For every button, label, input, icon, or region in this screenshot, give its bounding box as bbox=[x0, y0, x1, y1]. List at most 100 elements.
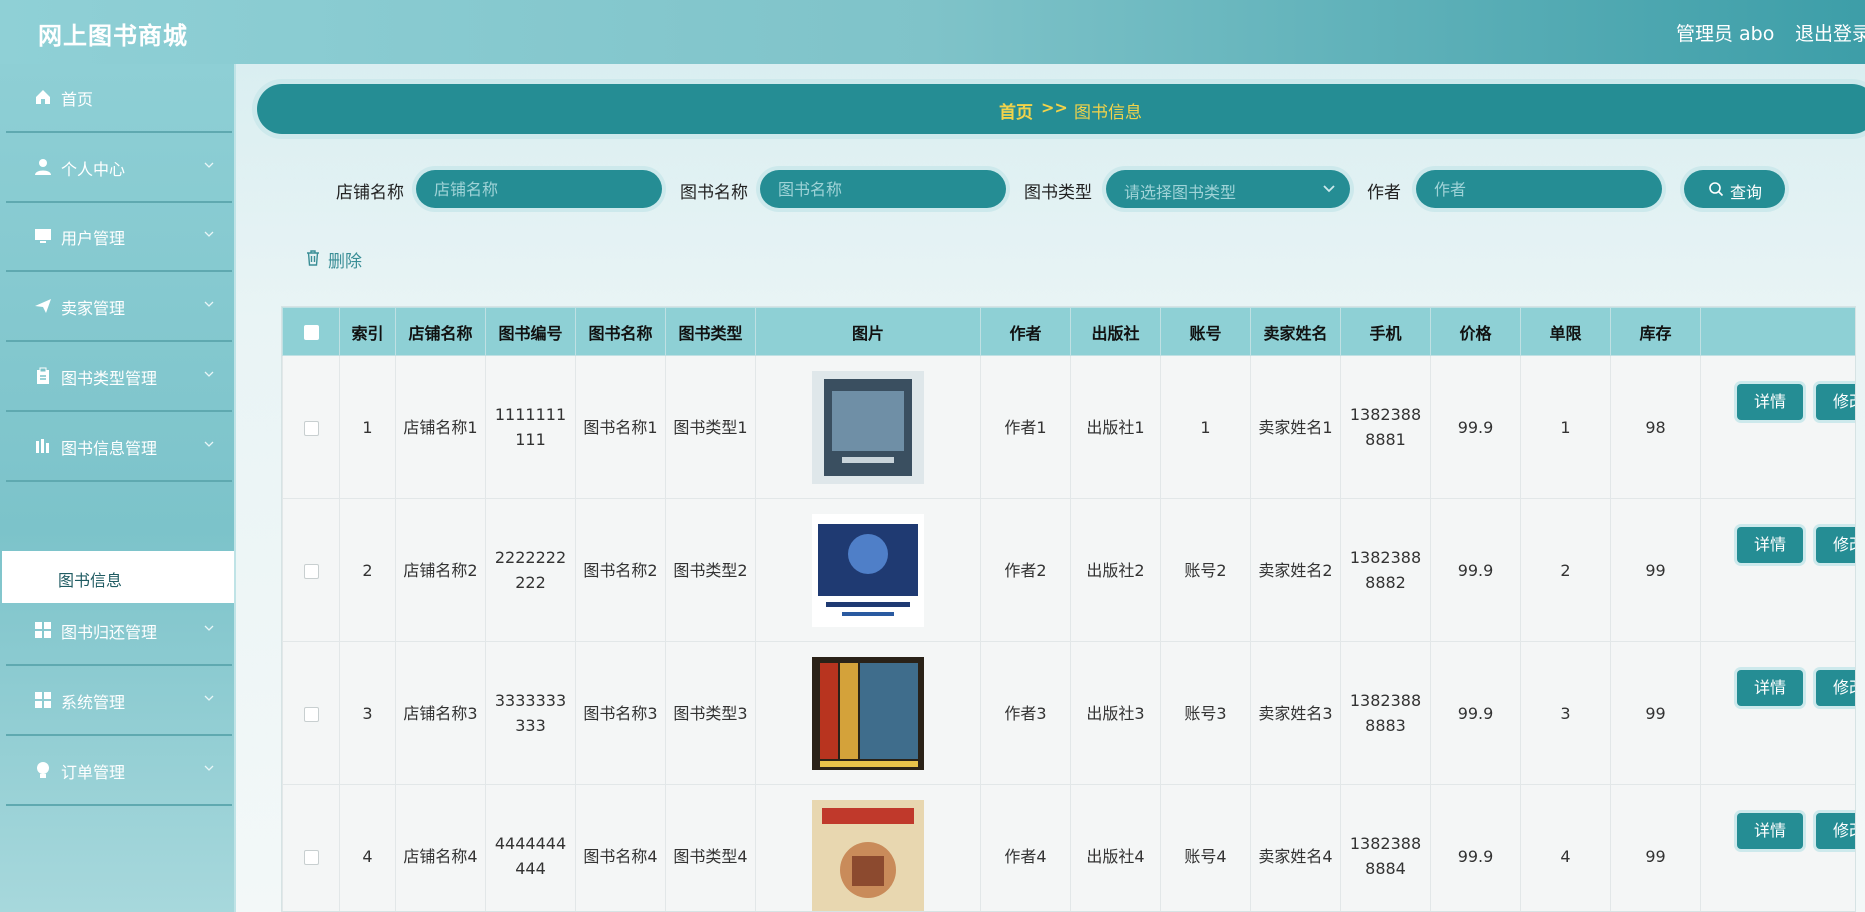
cell-shop: 店铺名称3 bbox=[395, 641, 486, 785]
row-actions-cell: 详情修改 bbox=[1700, 355, 1855, 499]
query-button-label: 查询 bbox=[1730, 183, 1763, 202]
cell-publisher: 出版社3 bbox=[1070, 641, 1161, 785]
sidebar-item-7[interactable]: 图书归还管理 bbox=[6, 597, 232, 666]
row-checkbox-cell[interactable] bbox=[282, 355, 340, 499]
sidebar-item-label: 订单管理 bbox=[61, 763, 126, 782]
book-name-input[interactable] bbox=[760, 170, 1006, 208]
cell-account: 账号3 bbox=[1160, 641, 1251, 785]
cell-phone: 13823888882 bbox=[1340, 498, 1431, 642]
book-cover-cell bbox=[755, 498, 981, 642]
edit-button[interactable]: 修改 bbox=[1816, 527, 1855, 563]
apps-icon bbox=[35, 622, 51, 638]
cell-limit: 3 bbox=[1520, 641, 1611, 785]
chevron-down-icon bbox=[204, 695, 214, 701]
row-checkbox-cell[interactable] bbox=[282, 784, 340, 911]
cell-author: 作者3 bbox=[980, 641, 1071, 785]
breadcrumb-home-link[interactable]: 首页 bbox=[999, 98, 1033, 123]
sidebar: 首页个人中心用户管理卖家管理图书类型管理图书信息管理图书借阅管理图书归还管理系统… bbox=[0, 64, 236, 912]
sidebar-item-9[interactable]: 订单管理 bbox=[6, 737, 232, 806]
select-all-checkbox[interactable] bbox=[303, 325, 319, 340]
query-button[interactable]: 查询 bbox=[1684, 170, 1785, 208]
cell-price: 99.9 bbox=[1430, 498, 1521, 642]
row-actions-cell: 详情修改 bbox=[1700, 784, 1855, 911]
cell-phone: 13823888881 bbox=[1340, 355, 1431, 499]
sidebar-item-label: 用户管理 bbox=[61, 229, 126, 248]
shop-name-input[interactable] bbox=[416, 170, 662, 208]
sidebar-item-3[interactable]: 卖家管理 bbox=[6, 273, 232, 342]
delete-button-label: 删除 bbox=[328, 252, 362, 272]
column-header: 出版社 bbox=[1070, 307, 1161, 356]
sidebar-item-1[interactable]: 个人中心 bbox=[6, 134, 232, 203]
cell-code: 2222222222 bbox=[485, 498, 576, 642]
row-checkbox[interactable] bbox=[303, 849, 319, 865]
author-input[interactable] bbox=[1416, 170, 1662, 208]
column-header: 单限 bbox=[1520, 307, 1611, 356]
sidebar-item-2[interactable]: 用户管理 bbox=[6, 203, 232, 272]
cell-account: 账号4 bbox=[1160, 784, 1251, 911]
cell-publisher: 出版社2 bbox=[1070, 498, 1161, 642]
submenu-item-label: 图书信息 bbox=[58, 571, 123, 590]
detail-button[interactable]: 详情 bbox=[1737, 813, 1803, 849]
column-header: 图书名称 bbox=[575, 307, 666, 356]
table-row: 4 店铺名称4 4444444444 图书名称4 图书类型4 作者4 出版社4 账号4 卖家姓名… bbox=[282, 784, 1855, 911]
book-type-select[interactable]: 请选择图书类型 bbox=[1106, 170, 1350, 208]
cell-shop: 店铺名称2 bbox=[395, 498, 486, 642]
home-icon bbox=[36, 90, 50, 104]
cell-stock: 99 bbox=[1610, 498, 1701, 642]
cell-type: 图书类型1 bbox=[665, 355, 756, 499]
table-row: 3 店铺名称3 3333333333 图书名称3 图书类型3 作者3 出版社3 账号3 卖家姓名… bbox=[282, 641, 1855, 785]
book-type-label: 图书类型 bbox=[1024, 183, 1092, 203]
sidebar-item-4[interactable]: 图书类型管理 bbox=[6, 343, 232, 412]
cell-stock: 98 bbox=[1610, 355, 1701, 499]
edit-button[interactable]: 修改 bbox=[1816, 813, 1855, 849]
book-table: 索引 店铺名称 图书编号 图书名称 图书类型 图片 作者 出版社 账号 卖家姓名 手机 价格 单限 库存 … bbox=[281, 306, 1856, 912]
paper-plane-icon bbox=[35, 299, 51, 313]
breadcrumb-current: 图书信息 bbox=[1074, 103, 1142, 123]
cell-author: 作者1 bbox=[980, 355, 1071, 499]
chevron-down-icon bbox=[204, 625, 214, 631]
cell-account: 1 bbox=[1160, 355, 1251, 499]
edit-button[interactable]: 修改 bbox=[1816, 384, 1855, 420]
column-header: 账号 bbox=[1160, 307, 1251, 356]
sidebar-item-5[interactable]: 图书信息管理 bbox=[6, 413, 232, 482]
cell-account: 账号2 bbox=[1160, 498, 1251, 642]
row-actions-cell: 详情修改 bbox=[1700, 498, 1855, 642]
cell-phone: 13823888884 bbox=[1340, 784, 1431, 911]
row-checkbox[interactable] bbox=[303, 420, 319, 436]
cell-phone: 13823888883 bbox=[1340, 641, 1431, 785]
row-checkbox-cell[interactable] bbox=[282, 498, 340, 642]
cell-name: 图书名称3 bbox=[575, 641, 666, 785]
cell-price: 99.9 bbox=[1430, 355, 1521, 499]
sidebar-item-0[interactable]: 首页 bbox=[6, 64, 232, 133]
user-icon bbox=[35, 159, 51, 175]
detail-button[interactable]: 详情 bbox=[1737, 384, 1803, 420]
book-cover-image bbox=[812, 513, 924, 627]
column-header: 图片 bbox=[755, 307, 981, 356]
edit-button[interactable]: 修改 bbox=[1816, 670, 1855, 706]
sidebar-item-8[interactable]: 系统管理 bbox=[6, 667, 232, 736]
row-checkbox[interactable] bbox=[303, 706, 319, 722]
clipboard-icon bbox=[37, 367, 49, 384]
logout-link[interactable]: 退出登录 bbox=[1795, 19, 1865, 46]
sidebar-item-label: 个人中心 bbox=[61, 160, 126, 179]
admin-user-label: 管理员 abo bbox=[1676, 23, 1775, 45]
row-checkbox-cell[interactable] bbox=[282, 641, 340, 785]
detail-button[interactable]: 详情 bbox=[1737, 670, 1803, 706]
cell-name: 图书名称1 bbox=[575, 355, 666, 499]
cell-code: 4444444444 bbox=[485, 784, 576, 911]
row-checkbox[interactable] bbox=[303, 563, 319, 579]
select-all-cell[interactable] bbox=[282, 307, 340, 356]
table-header-row: 索引 店铺名称 图书编号 图书名称 图书类型 图片 作者 出版社 账号 卖家姓名 手机 价格 单限 库存 bbox=[282, 307, 1855, 356]
submenu-item-book-info[interactable]: 图书信息 bbox=[2, 551, 234, 603]
cell-price: 99.9 bbox=[1430, 641, 1521, 785]
table-row: 1 店铺名称1 1111111111 图书名称1 图书类型1 作者1 出版社1 1 卖家姓名1 1… bbox=[282, 355, 1855, 499]
cell-seller: 卖家姓名4 bbox=[1250, 784, 1341, 911]
chevron-down-icon bbox=[204, 301, 214, 307]
column-header: 库存 bbox=[1610, 307, 1701, 356]
cell-author: 作者4 bbox=[980, 784, 1071, 911]
trash-icon bbox=[307, 250, 319, 266]
cell-publisher: 出版社4 bbox=[1070, 784, 1161, 911]
cell-limit: 1 bbox=[1520, 355, 1611, 499]
detail-button[interactable]: 详情 bbox=[1737, 527, 1803, 563]
sidebar-item-label: 图书信息管理 bbox=[61, 439, 158, 458]
